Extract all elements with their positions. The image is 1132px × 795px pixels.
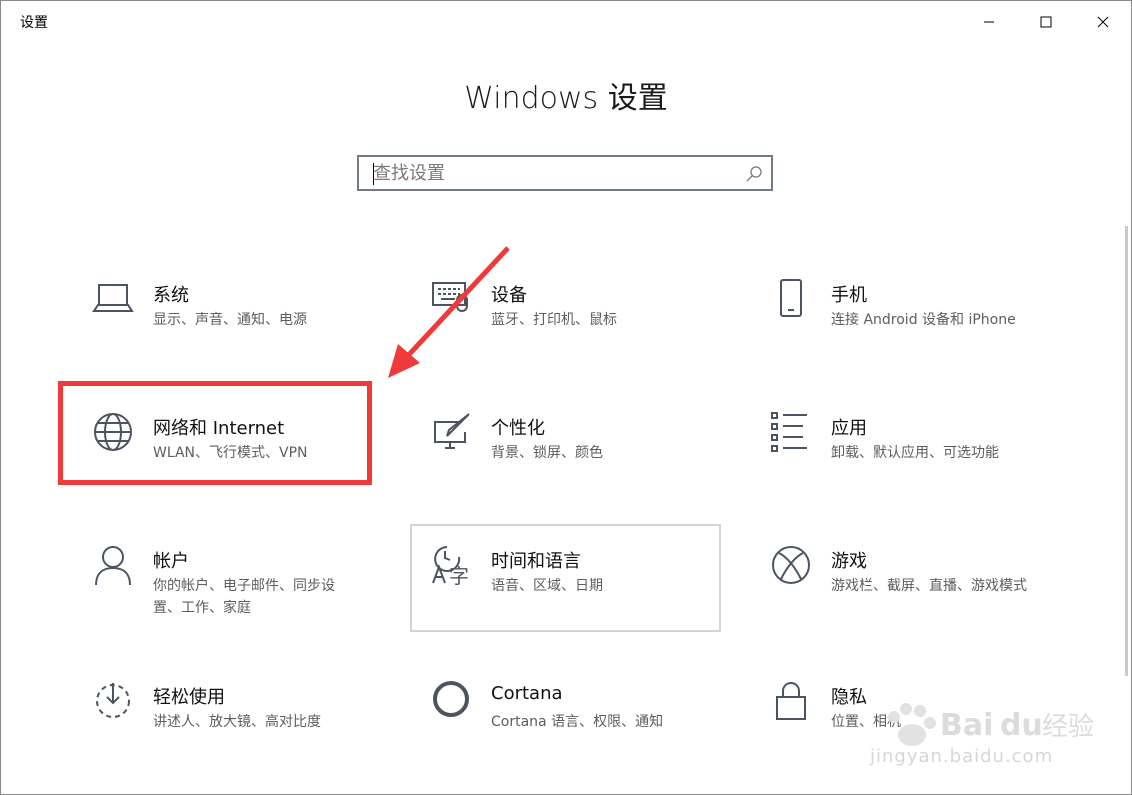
scrollbar[interactable] (1125, 226, 1128, 676)
minimize-button[interactable] (961, 1, 1017, 43)
maximize-button[interactable] (1018, 1, 1074, 43)
list-icon (771, 412, 807, 452)
tile-desc: 语音、区域、日期 (491, 578, 603, 594)
tile-desc: 你的帐户、电子邮件、同步设置、工作、家庭 (153, 578, 335, 616)
tile-title: 时间和语言 (491, 551, 581, 572)
tile-system[interactable]: 系统 显示、声音、通知、电源 (61, 277, 371, 377)
time-language-icon: 字 (432, 546, 469, 587)
tile-phone[interactable]: 手机 连接 Android 设备和 iPhone (739, 277, 1049, 377)
tile-desc: 讲述人、放大镜、高对比度 (153, 714, 321, 730)
tile-accounts[interactable]: 帐户 你的帐户、电子邮件、同步设置、工作、家庭 (61, 543, 371, 643)
tile-title: Cortana (491, 683, 563, 704)
svg-text:Bai: Bai (940, 708, 993, 743)
tile-title: 应用 (831, 418, 867, 439)
maximize-icon (1040, 16, 1052, 28)
keyboard-icon (432, 282, 468, 312)
tile-devices[interactable]: 设备 蓝牙、打印机、鼠标 (399, 277, 709, 377)
ease-of-access-icon (96, 683, 130, 718)
tile-desc: 显示、声音、通知、电源 (153, 312, 307, 328)
svg-text:经验: 经验 (1042, 712, 1094, 742)
tile-title: 系统 (153, 285, 189, 306)
tile-title: 游戏 (831, 551, 867, 572)
tile-desc: 蓝牙、打印机、鼠标 (491, 312, 617, 328)
tile-ease-of-access[interactable]: 轻松使用 讲述人、放大镜、高对比度 (61, 679, 371, 779)
tile-desc: 卸载、默认应用、可选功能 (831, 445, 999, 461)
minimize-icon (984, 21, 994, 23)
laptop-icon (92, 284, 134, 312)
tile-title: 轻松使用 (153, 687, 225, 708)
tile-desc: 连接 Android 设备和 iPhone (831, 312, 1016, 328)
tile-desc: 游戏栏、截屏、直播、游戏模式 (831, 578, 1027, 594)
lock-icon (776, 682, 806, 720)
search-input[interactable] (373, 157, 733, 189)
tile-cortana[interactable]: Cortana Cortana 语言、权限、通知 (399, 679, 709, 779)
xbox-icon (772, 546, 810, 584)
title-bar[interactable]: 设置 (1, 1, 1131, 43)
phone-icon (780, 279, 802, 317)
watermark-url: jingyan.baidu.com (870, 746, 1054, 767)
close-button[interactable] (1075, 1, 1131, 43)
highlight-box (58, 381, 372, 485)
tile-title: 隐私 (831, 687, 867, 708)
cortana-icon (433, 681, 469, 717)
tile-apps[interactable]: 应用 卸载、默认应用、可选功能 (739, 410, 1049, 510)
tile-title: 个性化 (491, 418, 545, 439)
tile-desc: 背景、锁屏、颜色 (491, 445, 603, 461)
window-title: 设置 (20, 15, 48, 31)
search-icon[interactable] (745, 165, 763, 183)
tile-title: 手机 (831, 285, 867, 306)
baidu-watermark-logo: Bai du 经验 (888, 703, 1094, 746)
tile-time-language[interactable]: 字 时间和语言 语音、区域、日期 (399, 543, 709, 643)
tile-title: 设备 (491, 285, 527, 306)
search-box[interactable] (357, 155, 773, 191)
tile-gaming[interactable]: 游戏 游戏栏、截屏、直播、游戏模式 (739, 543, 1049, 643)
close-icon (1097, 16, 1109, 28)
svg-text:du: du (1000, 708, 1043, 743)
paint-icon (434, 413, 470, 449)
tile-title: 帐户 (153, 551, 189, 572)
tile-personalization[interactable]: 个性化 背景、锁屏、颜色 (399, 410, 709, 510)
tile-desc: Cortana 语言、权限、通知 (491, 714, 664, 730)
page-title: Windows 设置 (464, 81, 668, 116)
person-icon (95, 546, 131, 586)
svg-text:字: 字 (449, 564, 469, 587)
